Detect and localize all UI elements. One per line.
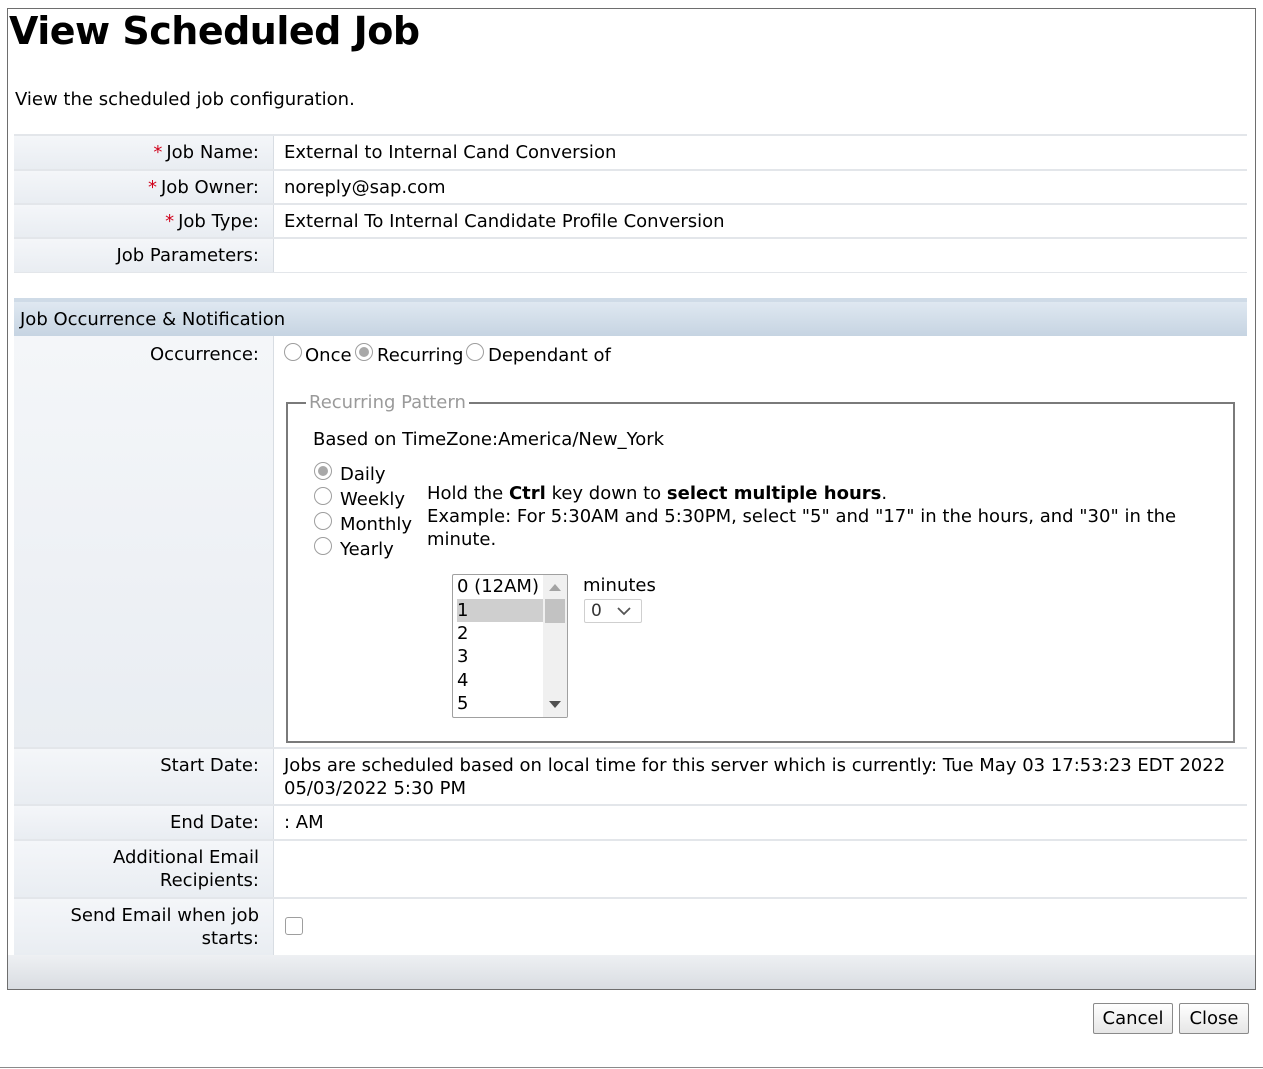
- send-email-label-line2: starts:: [201, 928, 259, 949]
- job-name-label: Job Name:: [166, 142, 259, 163]
- hint-text: .: [881, 483, 888, 504]
- start-date-label-cell: Start Date:: [14, 749, 274, 804]
- occurrence-dependant-label: Dependant of: [488, 345, 611, 366]
- hour-option-selected[interactable]: 1: [457, 599, 543, 622]
- page-title: View Scheduled Job: [9, 9, 420, 53]
- additional-email-label-line2: Recipients:: [159, 870, 259, 891]
- end-date-label-cell: End Date:: [14, 806, 274, 839]
- hint-example-end: minute.: [427, 529, 497, 550]
- hour-option[interactable]: 0 (12AM): [457, 575, 543, 598]
- close-button[interactable]: Close: [1179, 1003, 1249, 1034]
- frequency-monthly-label: Monthly: [340, 514, 413, 535]
- frequency-weekly-label: Weekly: [340, 489, 405, 510]
- bottom-divider: [0, 1067, 1263, 1068]
- required-marker: *: [148, 177, 157, 198]
- job-parameters-row: Job Parameters:: [14, 239, 1247, 272]
- job-type-label: Job Type:: [178, 211, 259, 232]
- frequency-daily-label: Daily: [340, 464, 386, 485]
- hours-scrollbar[interactable]: [543, 575, 567, 717]
- send-email-label-line1: Send Email when job: [70, 905, 260, 926]
- hint-ctrl: Ctrl: [508, 483, 546, 504]
- send-email-checkbox[interactable]: [285, 917, 303, 935]
- section-header: Job Occurrence & Notification: [14, 298, 1247, 336]
- recurring-pattern-legend: Recurring Pattern: [306, 392, 469, 414]
- job-parameters-label-cell: Job Parameters:: [14, 239, 274, 272]
- cancel-button[interactable]: Cancel: [1093, 1003, 1173, 1034]
- hint-text: Hold the: [427, 483, 509, 504]
- arrow-down-icon[interactable]: [549, 701, 561, 708]
- timezone-label: Based on TimeZone:: [313, 429, 499, 450]
- section-title: Job Occurrence & Notification: [20, 309, 286, 330]
- start-date-value: Jobs are scheduled based on local time f…: [284, 754, 1239, 800]
- occurrence-recurring-radio[interactable]: [355, 343, 373, 361]
- hint-text: key down to: [545, 483, 667, 504]
- job-owner-row: * Job Owner: noreply@sap.com: [14, 171, 1247, 203]
- scroll-thumb[interactable]: [545, 599, 565, 623]
- additional-email-label-cell: Additional Email Recipients:: [14, 841, 274, 897]
- frequency-weekly-radio[interactable]: [314, 487, 332, 505]
- minutes-select[interactable]: 0: [584, 599, 642, 623]
- job-type-row: * Job Type: External To Internal Candidat…: [14, 205, 1247, 237]
- frequency-yearly-radio[interactable]: [314, 537, 332, 555]
- hour-option[interactable]: 2: [457, 622, 543, 645]
- occurrence-once-label: Once: [305, 345, 352, 366]
- job-parameters-label: Job Parameters:: [116, 245, 259, 266]
- occurrence-label-cell: Occurrence:: [14, 336, 274, 747]
- occurrence-recurring-label: Recurring: [377, 345, 464, 366]
- start-date-row: Start Date: Jobs are scheduled based on …: [14, 749, 1247, 804]
- job-name-value: External to Internal Cand Conversion: [284, 142, 617, 163]
- additional-email-label-line1: Additional Email: [112, 847, 259, 868]
- required-marker: *: [165, 211, 175, 232]
- job-owner-label: Job Owner:: [161, 177, 259, 198]
- job-owner-value: noreply@sap.com: [284, 177, 446, 198]
- end-date-label: End Date:: [169, 812, 259, 833]
- chevron-down-icon: [617, 607, 631, 616]
- occurrence-once-radio[interactable]: [284, 343, 302, 361]
- additional-email-row: Additional Email Recipients:: [14, 841, 1247, 897]
- recurring-pattern-fieldset: Recurring Pattern Based on TimeZone:Amer…: [286, 392, 1235, 743]
- additional-email-label: Additional Email Recipients:: [113, 846, 259, 892]
- minutes-label: minutes: [583, 575, 656, 596]
- send-email-label: Send Email when job starts:: [71, 904, 260, 950]
- hours-listbox[interactable]: 0 (12AM) 1 2 3 4 5: [452, 574, 568, 718]
- page-description: View the scheduled job configuration.: [15, 89, 355, 110]
- server-time-note: Jobs are scheduled based on local time f…: [284, 755, 1226, 776]
- job-type-value: External To Internal Candidate Profile C…: [284, 211, 725, 232]
- job-owner-label-cell: * Job Owner:: [14, 171, 274, 203]
- dialog-footer: [8, 955, 1255, 989]
- hour-option[interactable]: 3: [457, 645, 543, 668]
- send-email-label-cell: Send Email when job starts:: [14, 899, 274, 955]
- arrow-up-icon[interactable]: [549, 584, 561, 591]
- job-name-row: * Job Name: External to Internal Cand Con…: [14, 136, 1247, 169]
- start-date-label: Start Date:: [160, 755, 259, 776]
- timezone-text: Based on TimeZone:America/New_York: [313, 429, 664, 450]
- occurrence-label: Occurrence:: [150, 344, 259, 365]
- required-marker: *: [153, 142, 163, 163]
- frequency-monthly-radio[interactable]: [314, 512, 332, 530]
- frequency-daily-radio[interactable]: [314, 462, 332, 480]
- frequency-yearly-label: Yearly: [340, 539, 394, 560]
- end-date-value: : AM: [284, 812, 324, 833]
- end-date-row: End Date: : AM: [14, 806, 1247, 839]
- occurrence-dependant-radio[interactable]: [466, 343, 484, 361]
- timezone-value: America/New_York: [498, 429, 665, 450]
- hint-example: Example: For 5:30AM and 5:30PM, select "…: [427, 506, 1177, 527]
- minutes-value: 0: [591, 601, 602, 621]
- hour-option[interactable]: 4: [457, 669, 543, 692]
- start-date-datetime: 05/03/2022 5:30 PM: [284, 778, 466, 799]
- hour-selection-hint: Hold the Ctrl key down to select multipl…: [427, 482, 1176, 551]
- hour-option[interactable]: 5: [457, 692, 543, 715]
- hint-bold: select multiple hours: [666, 483, 882, 504]
- job-name-label-cell: * Job Name:: [14, 136, 274, 169]
- row-divider: [14, 272, 1247, 273]
- job-type-label-cell: * Job Type:: [14, 205, 274, 237]
- send-email-row: Send Email when job starts:: [14, 899, 1247, 955]
